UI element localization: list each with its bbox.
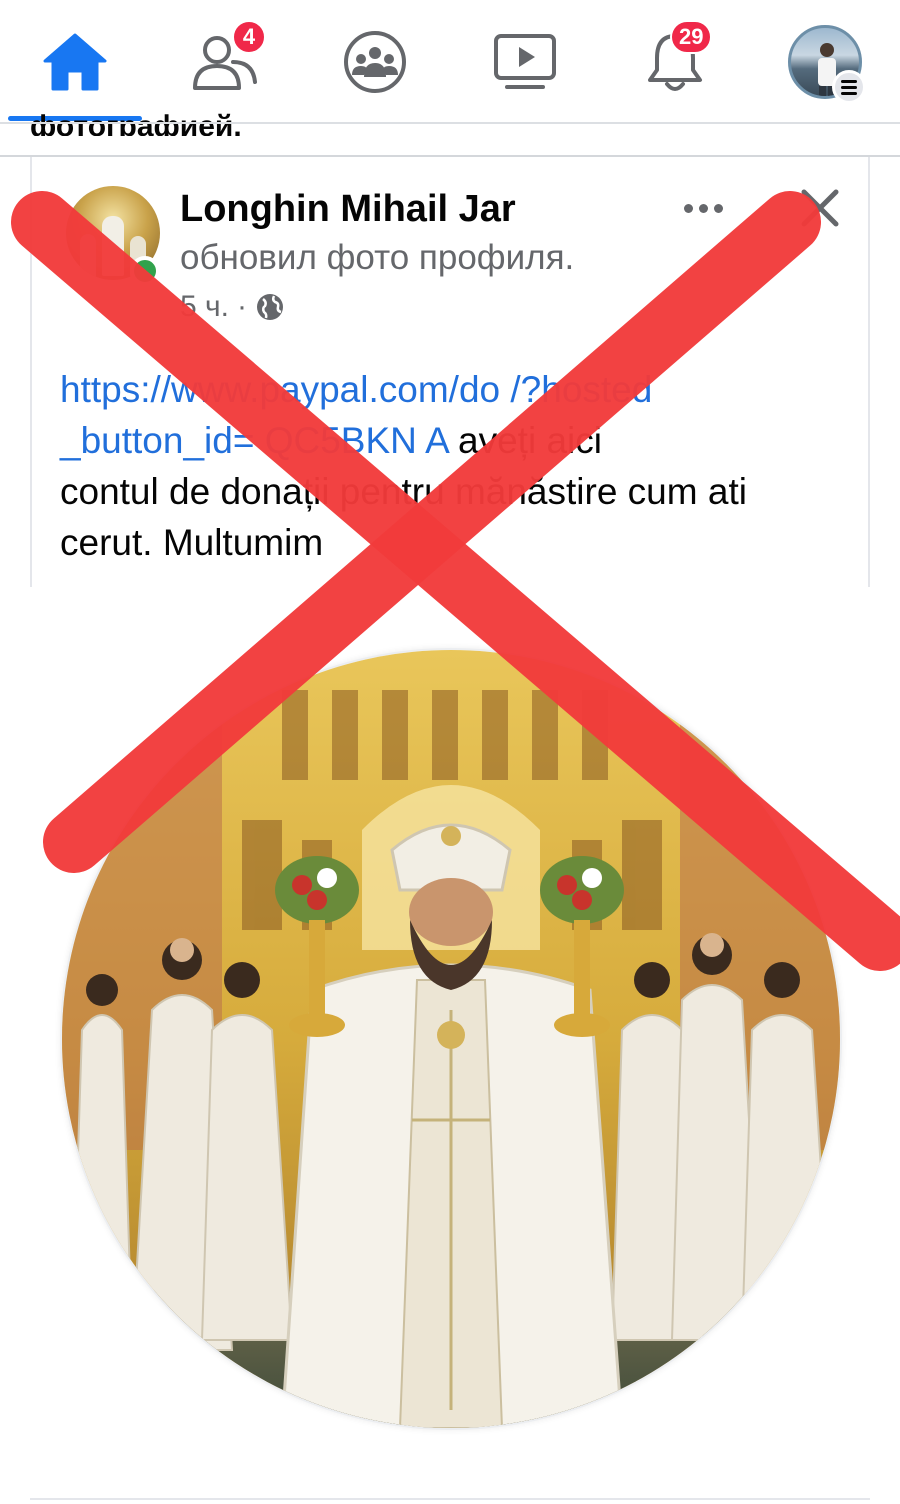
donation-link-continued[interactable]: _button_id= QC5BKN A: [60, 420, 448, 461]
post-time[interactable]: 5 ч.: [180, 290, 229, 324]
nav-profile-menu-tab[interactable]: [780, 22, 870, 104]
home-icon: [43, 33, 107, 91]
card-bottom-divider: [30, 1498, 870, 1500]
groups-icon: [344, 31, 406, 93]
post-meta: 5 ч. ·: [180, 290, 285, 324]
photo-illustration: [62, 650, 840, 1428]
post-text-line3: contul de donații pentru mănăstire cum a…: [60, 471, 747, 512]
card-border-left: [30, 157, 32, 587]
watch-icon: [494, 34, 556, 89]
meta-separator: ·: [236, 290, 247, 323]
notifications-badge: 29: [670, 20, 713, 54]
donation-link[interactable]: https://www.paypal.com/do /?hosted: [60, 369, 652, 410]
nav-divider: [0, 122, 900, 124]
profile-photo[interactable]: [62, 650, 840, 1428]
feed-divider: [0, 155, 900, 157]
nav-home-tab[interactable]: [30, 22, 120, 102]
friends-badge: 4: [232, 20, 266, 54]
previous-post-text: фотографией.: [30, 110, 242, 136]
online-status-dot: [130, 256, 160, 286]
post-action-text: обновил фото профиля.: [180, 238, 575, 277]
hide-post-button[interactable]: [796, 184, 844, 232]
nav-watch-tab[interactable]: [480, 22, 570, 102]
post-options-button[interactable]: [676, 188, 730, 228]
more-dots-icon: [683, 203, 693, 213]
post-text-line4: cerut. Multumim: [60, 522, 324, 563]
nav-friends-tab[interactable]: 4: [180, 20, 270, 102]
nav-notifications-tab[interactable]: 29: [630, 20, 720, 102]
post-author-name[interactable]: Longhin Mihail Jar: [180, 188, 516, 231]
globe-icon: [256, 294, 283, 320]
nav-groups-tab[interactable]: [330, 22, 420, 102]
close-icon: [801, 189, 839, 227]
card-border-right: [868, 157, 870, 587]
post-text-line2: aveți aici: [447, 420, 602, 461]
post-text: https://www.paypal.com/do /?hosted _butt…: [60, 364, 850, 568]
menu-icon: [832, 70, 866, 104]
